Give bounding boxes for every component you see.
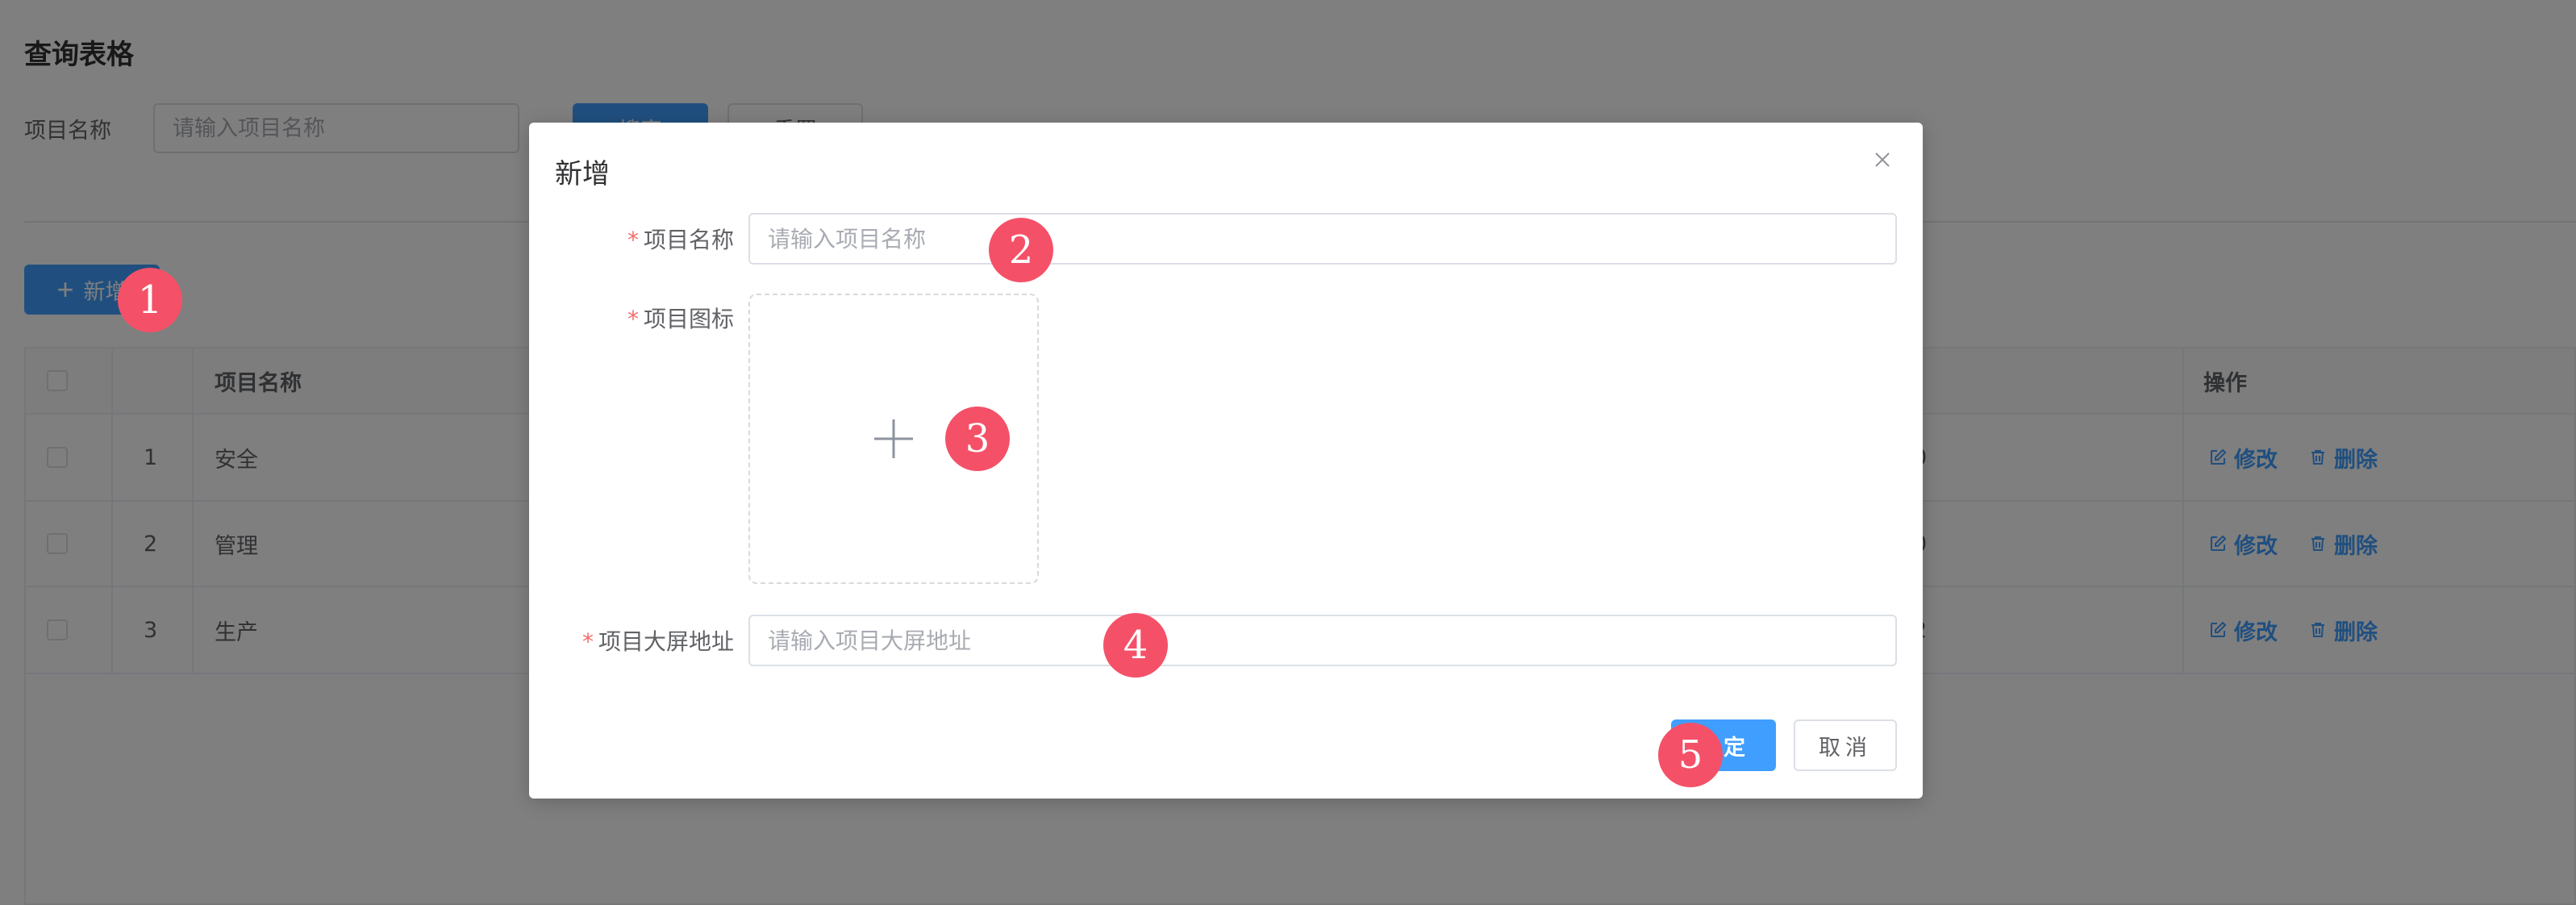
project-name-label-text: 项目名称 xyxy=(643,227,734,253)
annotation-badge-3: 3 xyxy=(945,407,1010,471)
required-mark: * xyxy=(581,628,594,655)
cancel-button[interactable]: 取消 xyxy=(1794,719,1897,771)
page: 查询表格 项目名称 搜索 重置 + 新增 项目名称 操作 1 安全 0 xyxy=(0,0,2576,905)
required-mark: * xyxy=(627,227,639,253)
project-icon-label: * 项目图标 xyxy=(627,302,734,334)
dialog-title: 新增 xyxy=(555,158,610,190)
plus-icon xyxy=(874,419,913,458)
project-icon-label-text: 项目图标 xyxy=(643,306,734,332)
annotation-badge-1: 1 xyxy=(118,268,182,332)
annotation-badge-4: 4 xyxy=(1103,613,1168,678)
annotation-badge-5: 5 xyxy=(1658,723,1723,787)
project-name-input[interactable] xyxy=(748,213,1897,265)
screen-url-label: * 项目大屏地址 xyxy=(582,624,734,657)
project-name-label: * 项目名称 xyxy=(627,223,734,255)
close-icon xyxy=(1875,152,1890,167)
close-button[interactable] xyxy=(1866,144,1899,176)
annotation-badge-2: 2 xyxy=(989,218,1053,282)
screen-url-input[interactable] xyxy=(748,615,1897,666)
required-mark: * xyxy=(627,306,639,332)
screen-url-label-text: 项目大屏地址 xyxy=(598,628,734,655)
add-project-dialog: 新增 *项目名称 *项目图标 *项目大屏地址 确定 取消 xyxy=(529,123,1923,799)
